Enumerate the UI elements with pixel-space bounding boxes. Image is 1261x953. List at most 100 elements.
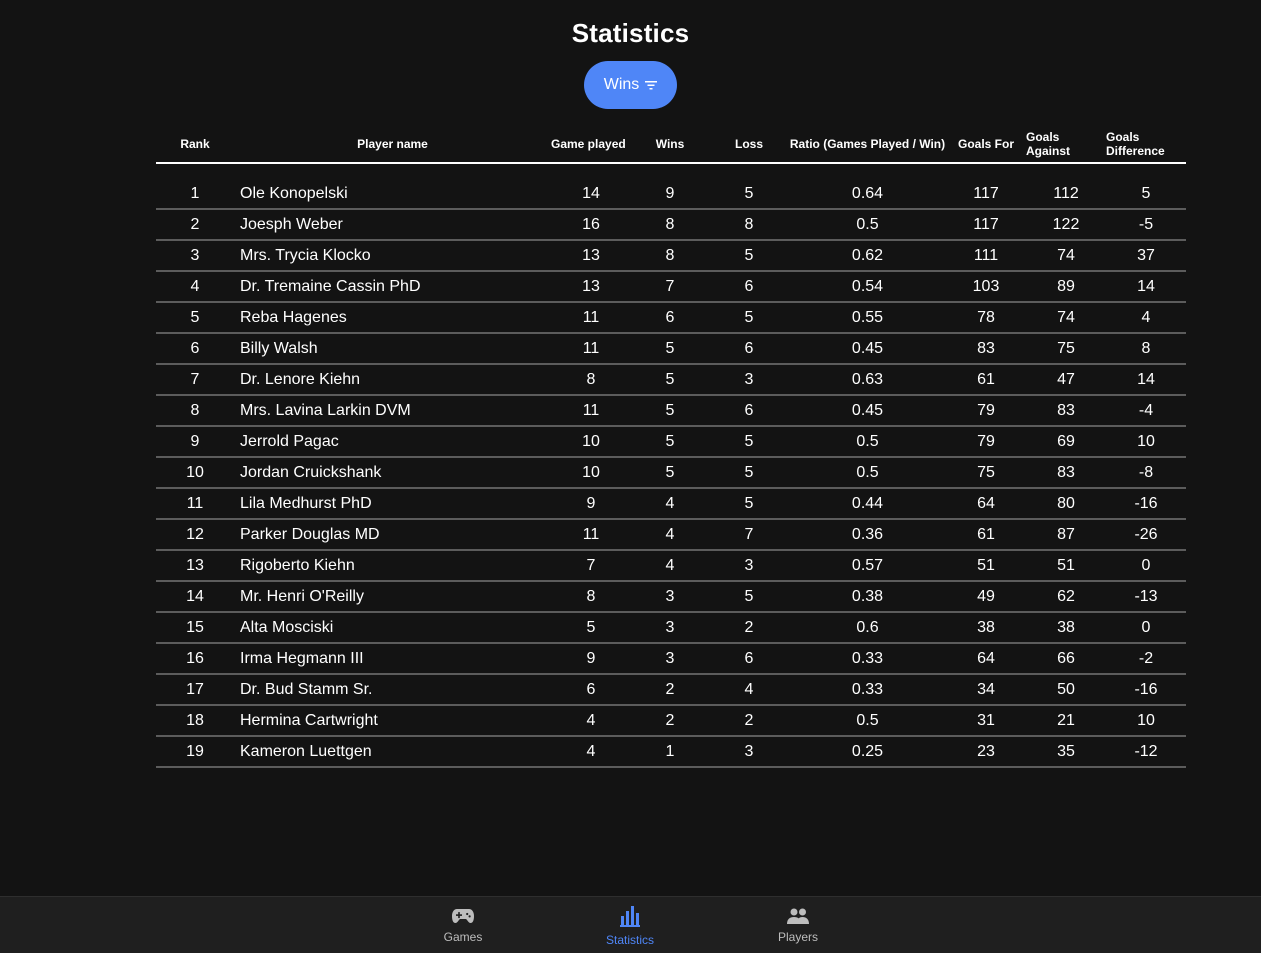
table-row: 16 Irma Hegmann III 9 3 6 0.33 64 66 -2 [156,643,1186,675]
cell-loss: 6 [709,643,789,675]
cell-ratio: 0.5 [789,209,946,241]
header-rank: Rank [156,126,234,164]
cell-wins: 7 [631,271,709,303]
cell-wins: 5 [631,395,709,427]
cell-rank: 16 [156,643,234,675]
page-title: Statistics [571,18,690,48]
cell-wins: 6 [631,302,709,334]
cell-loss: 2 [709,612,789,644]
cell-game-played: 11 [551,333,631,365]
cell-game-played: 11 [551,519,631,551]
table-row: 17 Dr. Bud Stamm Sr. 6 2 4 0.33 34 50 -16 [156,674,1186,706]
nav-label-statistics: Statistics [605,932,654,947]
nav-item-games[interactable]: Games [403,897,523,953]
cell-loss: 3 [709,550,789,582]
cell-goals-against: 38 [1026,612,1106,644]
cell-goals-against: 35 [1026,736,1106,768]
cell-player-name: Mrs. Trycia Klocko [234,240,551,272]
cell-wins: 1 [631,736,709,768]
header-wins: Wins [631,126,709,164]
cell-goals-difference: -2 [1106,643,1186,675]
table-row: 4 Dr. Tremaine Cassin PhD 13 7 6 0.54 103 89 14 [156,271,1186,303]
cell-rank: 9 [156,426,234,458]
cell-goals-against: 74 [1026,240,1106,272]
cell-game-played: 10 [551,457,631,489]
cell-loss: 5 [709,240,789,272]
table-row: 5 Reba Hagenes 11 6 5 0.55 78 74 4 [156,302,1186,334]
nav-item-players[interactable]: Players [738,897,858,953]
cell-wins: 5 [631,426,709,458]
cell-player-name: Mrs. Lavina Larkin DVM [234,395,551,427]
cell-goals-for: 64 [946,643,1026,675]
gamepad-icon [452,908,474,927]
table-row: 13 Rigoberto Kiehn 7 4 3 0.57 51 51 0 [156,550,1186,582]
cell-player-name: Mr. Henri O'Reilly [234,581,551,613]
cell-loss: 3 [709,736,789,768]
cell-player-name: Dr. Tremaine Cassin PhD [234,271,551,303]
cell-goals-for: 79 [946,426,1026,458]
cell-goals-for: 61 [946,364,1026,396]
table-row: 9 Jerrold Pagac 10 5 5 0.5 79 69 10 [156,426,1186,458]
header-player-name: Player name [234,126,551,164]
cell-loss: 5 [709,488,789,520]
table-row: 19 Kameron Luettgen 4 1 3 0.25 23 35 -12 [156,736,1186,768]
cell-goals-for: 111 [946,240,1026,272]
cell-loss: 5 [709,426,789,458]
cell-rank: 8 [156,395,234,427]
cell-rank: 19 [156,736,234,768]
cell-wins: 4 [631,519,709,551]
cell-game-played: 13 [551,271,631,303]
statistics-page: Statistics Wins Rank Player name Game pl… [0,0,1261,953]
table-row: 11 Lila Medhurst PhD 9 4 5 0.44 64 80 -16 [156,488,1186,520]
cell-goals-for: 31 [946,705,1026,737]
cell-goals-difference: 4 [1106,302,1186,334]
cell-loss: 4 [709,674,789,706]
cell-game-played: 14 [551,179,631,210]
cell-player-name: Joesph Weber [234,209,551,241]
cell-goals-for: 117 [946,179,1026,210]
nav-item-statistics[interactable]: Statistics [570,897,690,953]
sort-by-wins-button[interactable]: Wins [584,61,677,109]
cell-wins: 2 [631,705,709,737]
cell-player-name: Billy Walsh [234,333,551,365]
cell-player-name: Dr. Lenore Kiehn [234,364,551,396]
cell-goals-difference: -8 [1106,457,1186,489]
cell-game-played: 7 [551,550,631,582]
cell-player-name: Kameron Luettgen [234,736,551,768]
table-row: 15 Alta Mosciski 5 3 2 0.6 38 38 0 [156,612,1186,644]
cell-goals-difference: 8 [1106,333,1186,365]
cell-loss: 6 [709,271,789,303]
table-body: 1 Ole Konopelski 14 9 5 0.64 117 112 5 2 Joesph We… [156,163,1186,768]
cell-ratio: 0.5 [789,457,946,489]
cell-goals-difference: -16 [1106,488,1186,520]
cell-rank: 13 [156,550,234,582]
cell-goals-difference: -26 [1106,519,1186,551]
cell-player-name: Jerrold Pagac [234,426,551,458]
cell-goals-difference: 10 [1106,705,1186,737]
cell-rank: 7 [156,364,234,396]
cell-loss: 6 [709,395,789,427]
cell-goals-against: 21 [1026,705,1106,737]
cell-goals-for: 34 [946,674,1026,706]
cell-ratio: 0.45 [789,395,946,427]
cell-ratio: 0.36 [789,519,946,551]
cell-game-played: 5 [551,612,631,644]
cell-goals-against: 66 [1026,643,1106,675]
cell-goals-difference: -4 [1106,395,1186,427]
cell-rank: 11 [156,488,234,520]
cell-ratio: 0.57 [789,550,946,582]
cell-ratio: 0.54 [789,271,946,303]
cell-wins: 5 [631,364,709,396]
cell-goals-for: 103 [946,271,1026,303]
cell-goals-against: 122 [1026,209,1106,241]
cell-rank: 3 [156,240,234,272]
nav-label-games: Games [443,929,483,944]
cell-goals-difference: 0 [1106,550,1186,582]
cell-ratio: 0.38 [789,581,946,613]
cell-rank: 18 [156,705,234,737]
cell-game-played: 13 [551,240,631,272]
cell-ratio: 0.64 [789,179,946,210]
cell-goals-against: 74 [1026,302,1106,334]
cell-game-played: 4 [551,705,631,737]
cell-ratio: 0.63 [789,364,946,396]
